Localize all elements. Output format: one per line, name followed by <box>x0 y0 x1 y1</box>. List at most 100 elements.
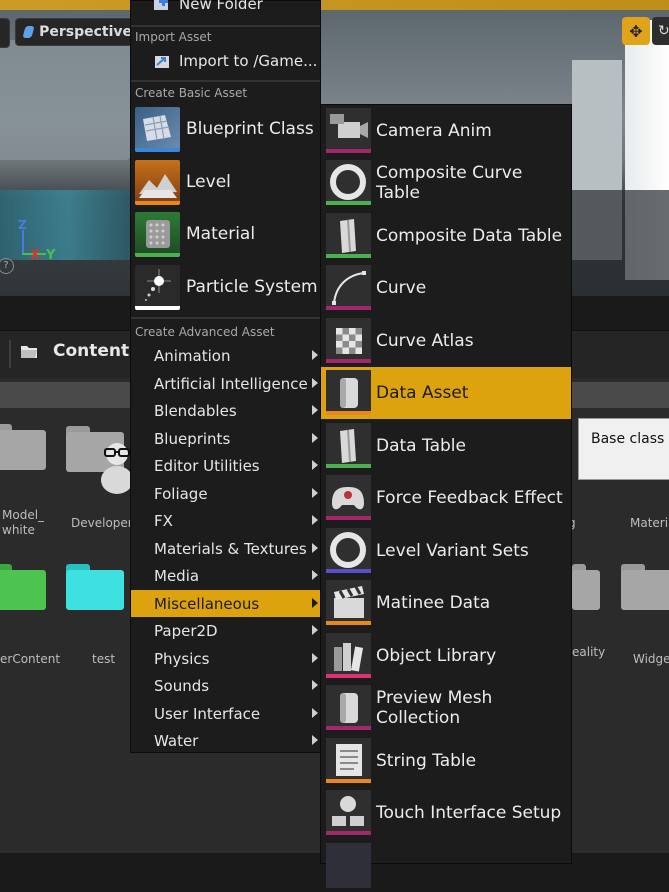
axis-x-label: X <box>30 248 41 263</box>
folder-test[interactable] <box>66 564 124 610</box>
curve-atlas-item[interactable]: Curve Atlas <box>321 315 571 367</box>
category-label: Materials & Textures <box>154 539 307 558</box>
category-label: Physics <box>154 649 210 668</box>
folder-label: Model_ white <box>2 508 45 537</box>
chevron-right-icon <box>312 680 318 690</box>
matinee-data-item[interactable]: Matinee Data <box>321 577 571 629</box>
category-physics[interactable]: Physics <box>131 645 320 672</box>
category-label: Media <box>154 566 200 585</box>
particle-system-item[interactable]: Particle System <box>135 263 320 311</box>
move-arrows-icon: ✥ <box>629 21 643 41</box>
data-asset-icon <box>340 378 358 408</box>
folder-reality[interactable] <box>572 564 600 610</box>
import-to-game-item[interactable]: Import to /Game... <box>153 52 317 70</box>
asset-type-bar <box>326 621 371 625</box>
chevron-right-icon <box>312 433 318 443</box>
category-materials-textures[interactable]: Materials & Textures <box>131 535 320 562</box>
particle-system-icon <box>145 268 171 301</box>
asset-type-bar <box>326 411 371 415</box>
category-sounds[interactable]: Sounds <box>131 672 320 699</box>
translate-tool-button[interactable]: ✥ <box>622 17 650 45</box>
level-item[interactable]: Level <box>135 158 320 206</box>
category-label: Editor Utilities <box>154 456 260 475</box>
category-artificial-intelligence[interactable]: Artificial Intelligence <box>131 370 320 397</box>
viewport-scene-object <box>570 190 669 296</box>
category-animation[interactable]: Animation <box>131 342 320 369</box>
new-folder-item[interactable]: New Folder <box>153 0 263 13</box>
category-miscellaneous[interactable]: Miscellaneous <box>131 590 320 617</box>
category-media[interactable]: Media <box>131 562 320 589</box>
asset-type-bar <box>326 359 371 363</box>
chevron-right-icon <box>312 598 318 608</box>
menu-divider <box>131 317 320 319</box>
material-item[interactable]: Material <box>135 210 320 258</box>
submenu-item-label: Curve <box>376 278 427 298</box>
category-water[interactable]: Water <box>131 727 320 754</box>
chevron-right-icon <box>312 735 318 745</box>
string-table-item[interactable]: String Table <box>321 735 571 787</box>
advanced-asset-header: Create Advanced Asset <box>135 325 275 339</box>
data-table-icon <box>340 429 356 463</box>
touch-interface-setup-item[interactable]: Touch Interface Setup <box>321 787 571 839</box>
preview-mesh-collection-item[interactable]: Preview Mesh Collection <box>321 682 571 734</box>
asset-type-bar <box>326 254 371 258</box>
miscellaneous-submenu: Camera Anim Composite Curve Table Compos… <box>320 104 572 888</box>
blueprint-class-item[interactable]: Blueprint Class <box>135 105 320 153</box>
asset-type-bar <box>326 201 371 205</box>
menu-divider <box>131 25 320 27</box>
force-feedback-effect-item[interactable]: Force Feedback Effect <box>321 472 571 524</box>
chevron-right-icon <box>312 405 318 415</box>
camera-anim-item[interactable]: Camera Anim <box>321 105 571 157</box>
chevron-right-icon <box>312 488 318 498</box>
perspective-button[interactable]: Perspective <box>15 18 133 46</box>
category-user-interface[interactable]: User Interface <box>131 700 320 727</box>
composite-data-table-item[interactable]: Composite Data Table <box>321 210 571 262</box>
category-paper2d[interactable]: Paper2D <box>131 617 320 644</box>
material-icon <box>146 219 170 248</box>
category-blendables[interactable]: Blendables <box>131 397 320 424</box>
asset-tooltip: Base class f <box>578 418 669 480</box>
category-label: FX <box>154 511 173 530</box>
submenu-item-label: Curve Atlas <box>376 331 474 351</box>
category-label: Sounds <box>154 676 210 695</box>
composite-curve-table-item[interactable]: Composite Curve Table <box>321 157 571 209</box>
asset-type-bar <box>326 464 371 468</box>
axis-z-label: Z <box>18 218 27 232</box>
chevron-right-icon <box>312 350 318 360</box>
object-library-item[interactable]: Object Library <box>321 630 571 682</box>
level-variant-sets-item[interactable]: Level Variant Sets <box>321 525 571 577</box>
category-blueprints[interactable]: Blueprints <box>131 425 320 452</box>
data-table-item[interactable]: Data Table <box>321 420 571 472</box>
chevron-right-icon <box>312 378 318 388</box>
folder-label: eality <box>572 645 606 659</box>
help-icon[interactable]: ? <box>0 258 14 274</box>
submenu-item-label: String Table <box>376 751 477 771</box>
viewport-options-button[interactable] <box>0 18 10 48</box>
chevron-right-icon <box>312 653 318 663</box>
curve-item[interactable]: Curve <box>321 262 571 314</box>
data-asset-item[interactable]: Data Asset <box>321 367 571 419</box>
content-path-title[interactable]: Content <box>53 341 129 361</box>
more-items-indicator <box>321 840 571 892</box>
category-fx[interactable]: FX <box>131 507 320 534</box>
asset-type-bar <box>326 674 371 678</box>
category-foliage[interactable]: Foliage <box>131 480 320 507</box>
submenu-item-label: Data Asset <box>376 383 469 403</box>
category-label: Blendables <box>154 401 237 420</box>
folder-open-icon <box>21 346 37 358</box>
curve-icon <box>332 271 366 305</box>
category-label: User Interface <box>154 704 261 723</box>
submenu-item-label: Camera Anim <box>376 121 492 141</box>
viewport-scene-object <box>0 40 130 160</box>
folder-character-content[interactable] <box>0 564 46 610</box>
folder-model-white[interactable] <box>0 424 46 470</box>
camera-anim-icon <box>330 114 368 138</box>
rotate-tool-button[interactable]: ↻ <box>652 17 669 45</box>
folder-label: Widge <box>633 652 669 666</box>
category-editor-utilities[interactable]: Editor Utilities <box>131 452 320 479</box>
asset-type-bar <box>326 516 371 520</box>
asset-type-bar <box>326 569 371 573</box>
chevron-right-icon <box>312 625 318 635</box>
chevron-right-icon <box>312 460 318 470</box>
folder-widgets[interactable] <box>621 564 669 610</box>
